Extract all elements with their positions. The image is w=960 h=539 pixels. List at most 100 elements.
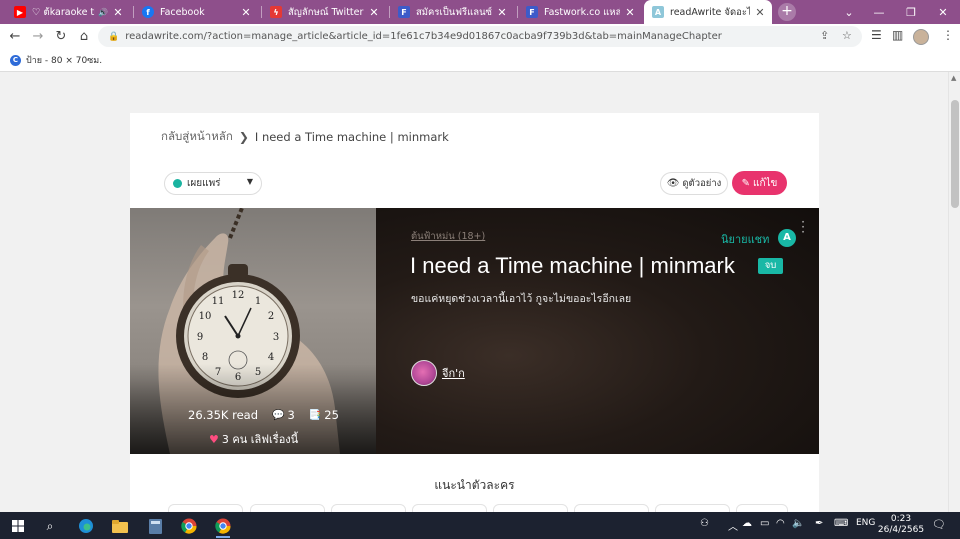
character-card[interactable] [655, 504, 730, 512]
edit-button[interactable]: ✎ แก้ไข [732, 171, 787, 195]
tab-karaoke[interactable]: ▶ ♡ ต้karaoke thaisu 🔊 ✕ [6, 0, 130, 24]
breadcrumb-home-link[interactable]: กลับสู่หน้าหลัก [161, 128, 233, 146]
browser-toolbar: ← → ↻ ⌂ 🔒 readawrite.com/?action=manage_… [0, 24, 960, 48]
tab-search-icon[interactable]: ⌄ [832, 0, 866, 24]
heart-icon: ♥ [209, 432, 219, 446]
character-card[interactable] [331, 504, 406, 512]
page-viewport: กลับสู่หน้าหลัก ❯ I need a Time machine … [0, 72, 948, 512]
characters-heading: แนะนำตัวละคร [434, 478, 515, 492]
close-icon[interactable]: ✕ [754, 6, 766, 19]
character-card[interactable] [412, 504, 487, 512]
clock-time: 0:23 [890, 514, 912, 524]
pencil-icon: ✎ [741, 177, 750, 189]
character-card[interactable] [493, 504, 568, 512]
author[interactable]: จีก'ก [411, 360, 465, 386]
close-icon[interactable]: ✕ [112, 6, 124, 19]
genre-link[interactable]: ต้นฟ้าหม่น (18+) [411, 229, 485, 244]
side-panel-icon[interactable]: ▥ [892, 28, 903, 42]
svg-text:10: 10 [199, 311, 212, 322]
page-scrollbar[interactable]: ▲ [948, 72, 960, 512]
edge-icon[interactable] [75, 516, 97, 536]
address-bar[interactable]: 🔒 readawrite.com/?action=manage_article&… [98, 26, 862, 47]
share-icon[interactable]: ⇪ [820, 29, 829, 42]
story-stats: 26.35K read 💬 3 📑 25 [188, 408, 353, 422]
battery-icon[interactable]: ▭ [760, 518, 769, 529]
author-avatar[interactable] [411, 360, 437, 386]
reading-list-icon[interactable]: ☰ [871, 28, 882, 42]
close-icon[interactable]: ✕ [624, 6, 636, 19]
search-icon[interactable]: ⌕ [39, 516, 61, 536]
new-tab-button[interactable]: + [778, 3, 796, 21]
file-explorer-icon[interactable] [109, 516, 131, 536]
keyboard-icon[interactable]: ⌨ [834, 518, 848, 529]
svg-text:1: 1 [255, 296, 261, 307]
home-icon[interactable]: ⌂ [74, 26, 94, 46]
svg-text:8: 8 [202, 352, 208, 363]
facebook-icon: f [142, 6, 154, 18]
scroll-thumb[interactable] [951, 100, 959, 208]
canva-icon: C [10, 54, 21, 66]
story-hero: 12 1 2 3 4 5 6 7 8 9 10 11 [130, 208, 819, 454]
lock-icon: 🔒 [108, 31, 120, 42]
publish-status-select[interactable]: เผยแพร่ ▼ [164, 172, 262, 195]
eye-icon: 👁 [666, 178, 680, 189]
tab-facebook[interactable]: f Facebook ✕ [134, 0, 258, 24]
chrome-icon[interactable] [178, 516, 200, 536]
back-arrow-icon[interactable]: ← [5, 26, 25, 46]
chevron-up-icon[interactable]: ︿ [728, 518, 738, 533]
love-count: ♥ 3 คน เลิฟเรื่องนี้ [209, 430, 298, 448]
sound-icon[interactable]: 🔊 [98, 8, 108, 17]
notification-icon[interactable]: 🗨 [932, 518, 946, 531]
tab-readawrite[interactable]: A readAwrite จัดอะไรให้ | อ ✕ [644, 0, 772, 24]
completed-badge: จบ [758, 258, 783, 274]
svg-text:3: 3 [273, 332, 279, 343]
article-manage-card: กลับสู่หน้าหลัก ❯ I need a Time machine … [130, 113, 819, 512]
input-language[interactable]: ENG [856, 518, 875, 528]
calculator-icon[interactable] [144, 516, 166, 536]
tab-title: ♡ ต้karaoke thaisu [32, 6, 95, 18]
svg-text:12: 12 [232, 290, 245, 301]
tab-twitter-symbols[interactable]: ϟ สัญลักษณ์ Twitter: อิ่ม E ✕ [262, 0, 386, 24]
close-icon[interactable]: ✕ [496, 6, 508, 19]
bookmark-star-icon[interactable]: ☆ [842, 29, 852, 42]
close-icon[interactable]: ✕ [368, 6, 380, 19]
menu-kebab-icon[interactable]: ⋮ [942, 28, 954, 42]
close-window-button[interactable]: ✕ [926, 0, 960, 24]
close-icon[interactable]: ✕ [240, 6, 252, 19]
more-vertical-icon[interactable]: · · · [800, 216, 806, 238]
scroll-up-icon[interactable]: ▲ [951, 74, 956, 82]
restore-button[interactable]: ❐ [894, 0, 928, 24]
profile-avatar[interactable] [913, 29, 929, 45]
character-card[interactable] [574, 504, 649, 512]
character-card[interactable] [250, 504, 325, 512]
comment-count-value: 3 [287, 408, 295, 422]
tab-title: สัญลักษณ์ Twitter: อิ่ม E [288, 6, 364, 18]
svg-text:11: 11 [212, 296, 225, 307]
character-card[interactable] [168, 504, 243, 512]
tab-fastwork[interactable]: F Fastwork.co แหล่งรวมฟ ✕ [518, 0, 642, 24]
windows-start-icon[interactable] [7, 516, 29, 536]
bookmark-item[interactable]: C ป้าย - 80 × 70ซม. [10, 53, 102, 67]
wifi-icon[interactable]: ◠ [776, 518, 785, 529]
read-count-value: 26.35K read [188, 408, 259, 422]
pen-icon[interactable]: ✒ [815, 518, 823, 529]
onedrive-icon[interactable]: ☁ [742, 518, 752, 529]
story-description: ขอแค่หยุดช่วงเวลานี้เอาไว้ กูจะไม่ขออะไร… [411, 293, 632, 305]
preview-button[interactable]: 👁 ดูตัวอย่าง [660, 172, 728, 195]
status-value: เผยแพร่ [187, 178, 221, 189]
minimize-button[interactable]: — [862, 0, 896, 24]
preview-label: ดูตัวอย่าง [682, 178, 722, 189]
windows-taskbar: ⌕ ⚇ ︿ ☁ ▭ ◠ 🔈 ✒ ⌨ ENG 0:23 26/4/2565 🗨 [0, 512, 960, 539]
character-card[interactable] [736, 504, 788, 512]
system-clock[interactable]: 0:23 26/4/2565 [876, 514, 926, 536]
tab-title: Fastwork.co แหล่งรวมฟ [544, 6, 620, 18]
reload-icon[interactable]: ↻ [51, 26, 71, 46]
author-name[interactable]: จีก'ก [442, 364, 465, 382]
volume-icon[interactable]: 🔈 [792, 518, 804, 529]
people-icon[interactable]: ⚇ [700, 518, 709, 529]
tab-fastwork-signup[interactable]: F สมัครเป็นฟรีแลนซ์ อิสระ ✕ [390, 0, 514, 24]
forward-arrow-icon[interactable]: → [28, 26, 48, 46]
comment-icon: 💬 [272, 409, 285, 421]
tab-strip: ▶ ♡ ต้karaoke thaisu 🔊 ✕ f Facebook ✕ ϟ … [0, 0, 960, 24]
chrome-profile-icon[interactable] [212, 516, 234, 538]
